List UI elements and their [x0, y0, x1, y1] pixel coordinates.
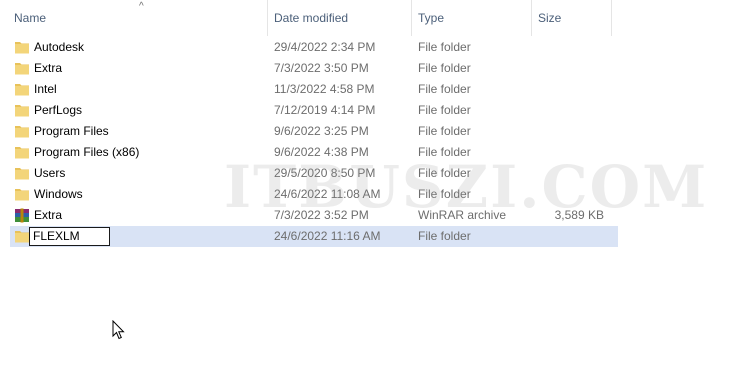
- file-type: File folder: [418, 61, 471, 75]
- file-date: 9/6/2022 3:25 PM: [274, 124, 369, 138]
- file-date: 11/3/2022 4:58 PM: [274, 82, 375, 96]
- file-name: Users: [34, 166, 66, 180]
- file-date: 7/3/2022 3:50 PM: [274, 61, 369, 75]
- folder-icon: [15, 42, 29, 54]
- file-name: Program Files: [34, 124, 109, 138]
- file-size: [538, 100, 604, 121]
- column-header-name-label: Name: [14, 11, 47, 25]
- column-header-bar: Name ^ Date modified Type Size: [0, 0, 612, 36]
- file-name: Windows: [34, 187, 83, 201]
- file-row-program-files-x86[interactable]: Program Files (x86) 9/6/2022 4:38 PM Fil…: [10, 142, 618, 163]
- column-header-name[interactable]: Name ^: [8, 0, 268, 36]
- column-header-size[interactable]: Size: [532, 0, 612, 36]
- file-name: Program Files (x86): [34, 145, 140, 159]
- file-size: [538, 184, 604, 205]
- rename-input[interactable]: FLEXLM: [29, 227, 110, 246]
- file-date: 9/6/2022 4:38 PM: [274, 145, 369, 159]
- file-row-intel[interactable]: Intel 11/3/2022 4:58 PM File folder: [10, 79, 618, 100]
- file-row-autodesk[interactable]: Autodesk 29/4/2022 2:34 PM File folder: [10, 37, 618, 58]
- file-name: Intel: [34, 82, 57, 96]
- file-name: PerfLogs: [34, 103, 83, 117]
- file-type: File folder: [418, 40, 471, 54]
- file-type: File folder: [418, 103, 471, 117]
- file-name: Extra: [34, 208, 63, 222]
- folder-icon: [15, 168, 29, 180]
- column-header-date-label: Date modified: [274, 11, 349, 25]
- file-date: 7/3/2022 3:52 PM: [274, 208, 369, 222]
- folder-icon: [15, 63, 29, 75]
- file-row-extra-archive[interactable]: Extra 7/3/2022 3:52 PM WinRAR archive 3,…: [10, 205, 618, 226]
- file-date: 7/12/2019 4:14 PM: [274, 103, 376, 117]
- file-date: 24/6/2022 11:16 AM: [274, 229, 381, 243]
- file-row-flexlm[interactable]: FLEXLM 24/6/2022 11:16 AM File folder: [10, 226, 618, 247]
- folder-icon: [15, 105, 29, 117]
- file-type: File folder: [418, 124, 471, 138]
- column-header-size-label: Size: [538, 11, 562, 25]
- file-size: [538, 226, 604, 247]
- sort-ascending-icon: ^: [139, 1, 144, 12]
- file-size: [538, 58, 604, 79]
- winrar-archive-icon: [15, 208, 29, 223]
- file-row-windows[interactable]: Windows 24/6/2022 11:08 AM File folder: [10, 184, 618, 205]
- file-date: 24/6/2022 11:08 AM: [274, 187, 381, 201]
- folder-icon: [15, 147, 29, 159]
- column-header-date-modified[interactable]: Date modified: [268, 0, 412, 36]
- file-size: [538, 121, 604, 142]
- file-size: [538, 142, 604, 163]
- file-name: Autodesk: [34, 40, 85, 54]
- file-row-perflogs[interactable]: PerfLogs 7/12/2019 4:14 PM File folder: [10, 100, 618, 121]
- file-list: Autodesk 29/4/2022 2:34 PM File folder E…: [0, 37, 743, 247]
- file-type: File folder: [418, 145, 471, 159]
- file-size: [538, 163, 604, 184]
- column-header-type-label: Type: [418, 11, 445, 25]
- file-row-extra-folder[interactable]: Extra 7/3/2022 3:50 PM File folder: [10, 58, 618, 79]
- file-size: [538, 79, 604, 100]
- folder-icon: [15, 126, 29, 138]
- file-row-users[interactable]: Users 29/5/2020 8:50 PM File folder: [10, 163, 618, 184]
- file-size: [538, 37, 604, 58]
- file-name: Extra: [34, 61, 63, 75]
- file-date: 29/4/2022 2:34 PM: [274, 40, 376, 54]
- file-type: WinRAR archive: [418, 208, 507, 222]
- folder-icon: [15, 189, 29, 201]
- mouse-cursor-icon: [112, 320, 125, 340]
- file-date: 29/5/2020 8:50 PM: [274, 166, 376, 180]
- file-size: 3,589 KB: [554, 208, 604, 222]
- file-type: File folder: [418, 82, 471, 96]
- folder-icon: [15, 84, 29, 96]
- file-type: File folder: [418, 166, 471, 180]
- folder-icon: [15, 231, 29, 243]
- file-type: File folder: [418, 229, 471, 243]
- file-explorer-view: Name ^ Date modified Type Size Autodesk …: [0, 0, 743, 376]
- column-header-type[interactable]: Type: [412, 0, 532, 36]
- file-type: File folder: [418, 187, 471, 201]
- file-row-program-files[interactable]: Program Files 9/6/2022 3:25 PM File fold…: [10, 121, 618, 142]
